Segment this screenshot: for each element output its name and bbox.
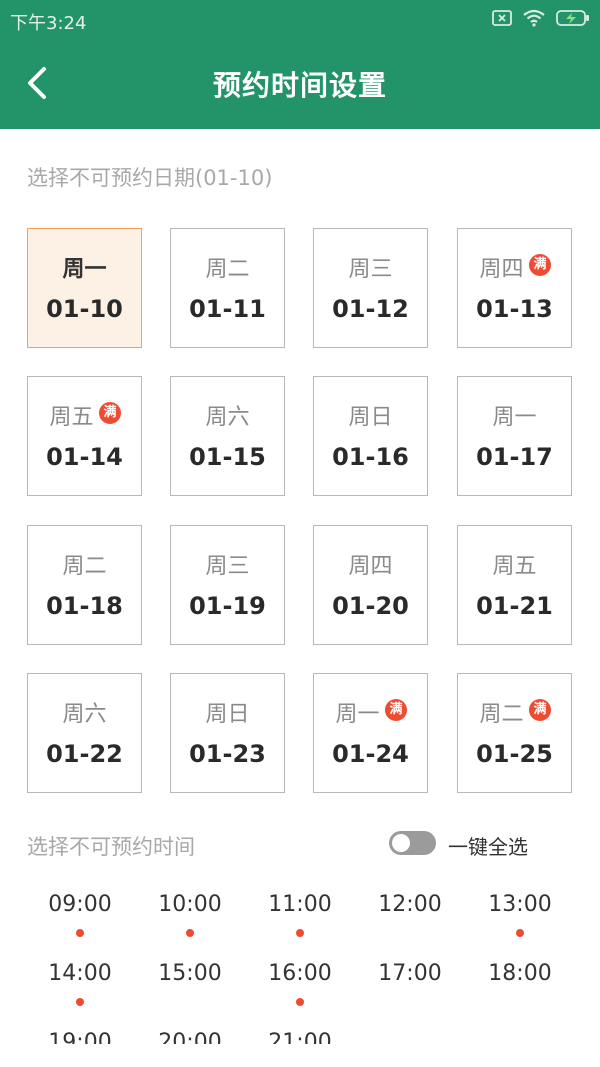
date-label: 01-15 xyxy=(189,443,266,471)
weekday-label: 周四 xyxy=(479,257,524,282)
date-cell-01-14[interactable]: 周五 01-14 满 xyxy=(27,376,142,496)
page-title: 预约时间设置 xyxy=(212,69,387,102)
date-label: 01-11 xyxy=(189,295,266,323)
full-badge: 满 xyxy=(99,402,121,424)
weekday-label: 周一 xyxy=(492,405,537,430)
date-cell-01-22[interactable]: 周六 01-22 xyxy=(27,673,142,793)
weekday-label: 周日 xyxy=(205,702,250,727)
unavailable-dot xyxy=(76,998,84,1006)
weekday-label: 周一 xyxy=(62,257,107,282)
date-cell-01-13[interactable]: 周四 01-13 满 xyxy=(457,228,572,348)
weekday-label: 周四 xyxy=(348,554,393,579)
full-badge: 满 xyxy=(529,699,551,721)
date-label: 01-25 xyxy=(476,740,553,768)
time-slot-14:00[interactable]: 14:00 xyxy=(25,961,135,986)
toggle-knob xyxy=(392,834,410,852)
app-header: 下午3:24 预约时间设置 xyxy=(0,0,600,129)
weekday-label: 周五 xyxy=(492,554,537,579)
date-label: 01-10 xyxy=(46,295,123,323)
date-cell-01-21[interactable]: 周五 01-21 xyxy=(457,525,572,645)
status-time: 下午3:24 xyxy=(10,13,87,34)
weekday-label: 周二 xyxy=(62,554,107,579)
date-cell-01-16[interactable]: 周日 01-16 xyxy=(313,376,428,496)
unavailable-dot xyxy=(516,929,524,937)
select-all-toggle[interactable] xyxy=(389,831,436,855)
weekday-label: 周二 xyxy=(479,702,524,727)
time-slot-09:00[interactable]: 09:00 xyxy=(25,892,135,917)
unavailable-dot xyxy=(296,929,304,937)
weekday-label: 周六 xyxy=(62,702,107,727)
date-label: 01-22 xyxy=(46,740,123,768)
date-label: 01-14 xyxy=(46,443,123,471)
weekday-label: 周一 xyxy=(335,702,380,727)
wifi-icon xyxy=(523,9,545,27)
date-section-label: 选择不可预约日期(01-10) xyxy=(27,166,273,190)
date-cell-01-17[interactable]: 周一 01-17 xyxy=(457,376,572,496)
date-label: 01-20 xyxy=(332,592,409,620)
date-cell-01-11[interactable]: 周二 01-11 xyxy=(170,228,285,348)
date-label: 01-18 xyxy=(46,592,123,620)
time-slot-16:00[interactable]: 16:00 xyxy=(245,961,355,986)
date-cell-01-15[interactable]: 周六 01-15 xyxy=(170,376,285,496)
date-cell-01-20[interactable]: 周四 01-20 xyxy=(313,525,428,645)
unavailable-dot xyxy=(296,998,304,1006)
status-icons xyxy=(492,9,590,27)
date-label: 01-17 xyxy=(476,443,553,471)
time-grid: 09:00 10:00 11:00 12:00 13:00 14:00 15:00 16:00… xyxy=(25,892,585,1044)
date-cell-01-18[interactable]: 周二 01-18 xyxy=(27,525,142,645)
date-cell-01-12[interactable]: 周三 01-12 xyxy=(313,228,428,348)
date-cell-01-19[interactable]: 周三 01-19 xyxy=(170,525,285,645)
time-slot-15:00[interactable]: 15:00 xyxy=(135,961,245,986)
unavailable-dot xyxy=(76,929,84,937)
date-label: 01-24 xyxy=(332,740,409,768)
battery-charging-icon xyxy=(556,10,589,26)
time-slot-12:00[interactable]: 12:00 xyxy=(355,892,465,917)
weekday-label: 周三 xyxy=(205,554,250,579)
full-badge: 满 xyxy=(529,254,551,276)
time-slot-19:00[interactable]: 19:00 xyxy=(25,1030,135,1044)
time-slot-13:00[interactable]: 13:00 xyxy=(465,892,575,917)
select-all-label: 一键全选 xyxy=(448,835,528,859)
time-slot-17:00[interactable]: 17:00 xyxy=(355,961,465,986)
time-slot-18:00[interactable]: 18:00 xyxy=(465,961,575,986)
date-cell-01-24[interactable]: 周一 01-24 满 xyxy=(313,673,428,793)
time-section-label: 选择不可预约时间 xyxy=(27,835,195,859)
date-label: 01-13 xyxy=(476,295,553,323)
weekday-label: 周三 xyxy=(348,257,393,282)
time-slot-11:00[interactable]: 11:00 xyxy=(245,892,355,917)
weekday-label: 周日 xyxy=(348,405,393,430)
full-badge: 满 xyxy=(385,699,407,721)
weekday-label: 周二 xyxy=(205,257,250,282)
weekday-label: 周六 xyxy=(205,405,250,430)
time-slot-21:00[interactable]: 21:00 xyxy=(245,1030,355,1044)
date-label: 01-16 xyxy=(332,443,409,471)
time-slot-20:00[interactable]: 20:00 xyxy=(135,1030,245,1044)
sim-card-icon xyxy=(492,10,512,26)
date-label: 01-23 xyxy=(189,740,266,768)
unavailable-dot xyxy=(186,929,194,937)
date-label: 01-19 xyxy=(189,592,266,620)
date-label: 01-21 xyxy=(476,592,553,620)
time-slot-10:00[interactable]: 10:00 xyxy=(135,892,245,917)
date-cell-01-25[interactable]: 周二 01-25 满 xyxy=(457,673,572,793)
weekday-label: 周五 xyxy=(49,405,94,430)
date-cell-01-10[interactable]: 周一 01-10 xyxy=(27,228,142,348)
date-cell-01-23[interactable]: 周日 01-23 xyxy=(170,673,285,793)
date-label: 01-12 xyxy=(332,295,409,323)
